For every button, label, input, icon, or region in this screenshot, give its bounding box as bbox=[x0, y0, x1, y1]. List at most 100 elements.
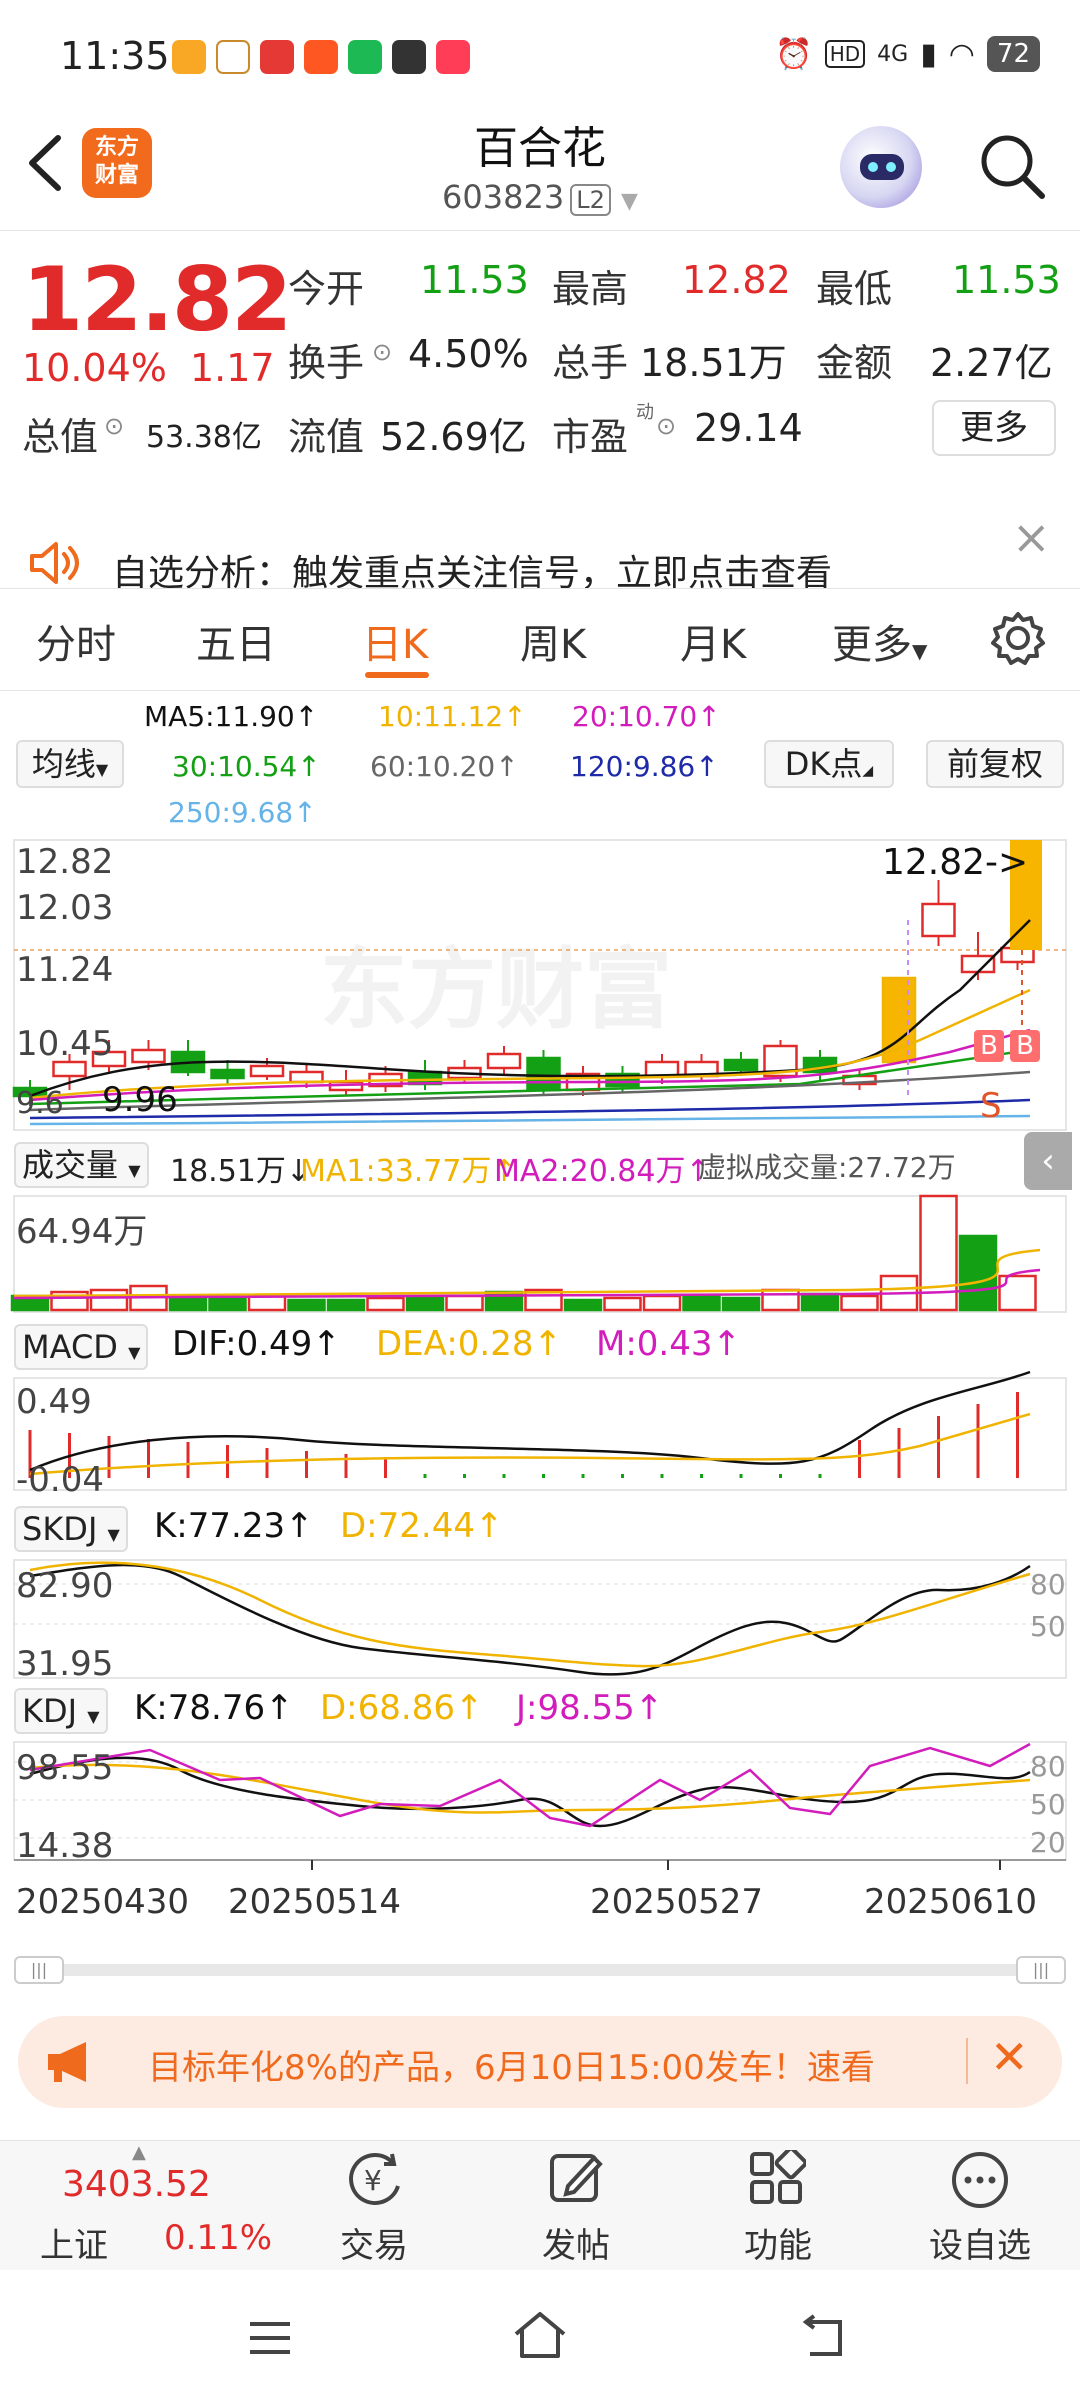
macd-dif: DIF:0.49↑ bbox=[172, 1324, 341, 1364]
kdj-group bbox=[14, 1742, 1066, 1839]
macd-dea: DEA:0.28↑ bbox=[376, 1324, 562, 1364]
kdj-axis-top: 98.55 bbox=[16, 1748, 114, 1788]
kdj-ref-80: 80 bbox=[1030, 1750, 1066, 1783]
candle-body bbox=[52, 1060, 87, 1078]
scrollbar-handle-right[interactable]: ||| bbox=[1016, 1956, 1066, 1984]
volume-bar bbox=[840, 1294, 879, 1312]
kdj-d: D:68.86↑ bbox=[320, 1688, 484, 1728]
sell-signal-badge[interactable]: S bbox=[980, 1086, 1002, 1126]
caret-down-icon: ▼ bbox=[107, 1525, 120, 1544]
volume-selector[interactable]: 成交量 ▼ bbox=[14, 1142, 149, 1188]
buy-signal-badge[interactable]: B bbox=[1010, 1030, 1040, 1062]
skdj-panel-frame bbox=[13, 1559, 1067, 1679]
candle-body bbox=[921, 902, 956, 938]
nav-label-trade[interactable]: 交易 bbox=[314, 2218, 434, 2267]
caret-down-icon: ▼ bbox=[128, 1343, 141, 1362]
virtual-volume: 虚拟成交量:27.72万 bbox=[698, 1151, 956, 1184]
volume-bar bbox=[208, 1296, 247, 1312]
macd-selector-label: MACD bbox=[22, 1328, 118, 1366]
skdj-selector[interactable]: SKDJ ▼ bbox=[14, 1506, 128, 1552]
kline-axis-label: 11.24 bbox=[16, 950, 114, 990]
kdj-k: K:78.76↑ bbox=[134, 1688, 294, 1728]
volume-bar bbox=[958, 1234, 998, 1312]
index-name[interactable]: 上证 bbox=[40, 2218, 108, 2267]
volume-bar bbox=[603, 1296, 642, 1312]
volume-ma1: MA1:33.77万↑ bbox=[300, 1154, 517, 1189]
menu-icon[interactable] bbox=[246, 2318, 294, 2358]
kline-axis-label: 9.6 bbox=[16, 1086, 64, 1121]
compose-post-icon[interactable] bbox=[546, 2148, 606, 2208]
candle-body bbox=[1000, 946, 1035, 964]
volume-bar bbox=[563, 1298, 603, 1312]
volume-bar bbox=[445, 1294, 484, 1312]
volume-bar bbox=[366, 1296, 405, 1312]
macd-selector[interactable]: MACD ▼ bbox=[14, 1324, 149, 1370]
kdj-axis-bottom: 14.38 bbox=[16, 1826, 114, 1866]
macd-axis-bottom: -0.04 bbox=[16, 1460, 104, 1500]
volume-bar bbox=[721, 1296, 761, 1312]
low-price-marker: 9.96 bbox=[102, 1080, 178, 1120]
volume-bar bbox=[800, 1292, 840, 1312]
close-icon[interactable]: ✕ bbox=[990, 2030, 1029, 2084]
date-label: 20250610 bbox=[864, 1882, 1038, 1922]
candle-body bbox=[960, 954, 996, 974]
date-label: 20250430 bbox=[16, 1882, 190, 1922]
ma-line bbox=[29, 1098, 1031, 1120]
candle-body bbox=[210, 1068, 245, 1080]
index-percent[interactable]: 0.11% bbox=[164, 2218, 272, 2258]
chart-scrollbar[interactable] bbox=[14, 1964, 1066, 1976]
macd-m: M:0.43↑ bbox=[596, 1324, 741, 1364]
caret-up-icon: ▲ bbox=[132, 2142, 146, 2163]
kline-axis-label: 10.45 bbox=[16, 1024, 114, 1064]
macd-group bbox=[28, 1370, 1031, 1478]
volume-ma2: MA2:20.84万↑ bbox=[494, 1154, 711, 1189]
volume-bar bbox=[642, 1294, 682, 1312]
high-price-marker: 12.82-> bbox=[882, 842, 1029, 883]
skdj-axis-top: 82.90 bbox=[16, 1566, 114, 1606]
back-nav-icon[interactable] bbox=[800, 2312, 848, 2360]
trade-yen-icon[interactable]: ¥ bbox=[346, 2150, 408, 2208]
candle-body bbox=[723, 1058, 759, 1072]
kdj-j: J:98.55↑ bbox=[516, 1688, 664, 1728]
kline-axis-label: 12.82 bbox=[16, 842, 114, 882]
candle-body bbox=[486, 1052, 522, 1070]
kdj-selector-label: KDJ bbox=[22, 1692, 78, 1730]
skdj-ref-50: 50 bbox=[1030, 1610, 1066, 1643]
banner-divider bbox=[966, 2038, 968, 2084]
megaphone-icon bbox=[48, 2042, 86, 2082]
kdj-j-line bbox=[29, 1742, 1031, 1828]
kdj-ref-20: 20 bbox=[1030, 1826, 1066, 1859]
volume-bar bbox=[998, 1274, 1037, 1312]
kline-axis-label: 12.03 bbox=[16, 888, 114, 928]
skdj-ref-80: 80 bbox=[1030, 1568, 1066, 1601]
home-icon[interactable] bbox=[510, 2310, 570, 2362]
nav-label-add-watchlist[interactable]: 设自选 bbox=[920, 2218, 1040, 2267]
volume-axis-max: 64.94万 bbox=[16, 1212, 148, 1252]
macd-panel-frame bbox=[13, 1377, 1067, 1491]
skdj-d: D:72.44↑ bbox=[340, 1506, 504, 1546]
volume-bar bbox=[405, 1296, 445, 1312]
index-value[interactable]: 3403.52 bbox=[62, 2164, 211, 2205]
candle-body bbox=[526, 1056, 561, 1092]
nav-label-post[interactable]: 发帖 bbox=[516, 2218, 636, 2267]
skdj-selector-label: SKDJ bbox=[22, 1510, 98, 1548]
buy-signal-badge[interactable]: B bbox=[974, 1030, 1004, 1062]
watermark-text: 东方财富 bbox=[320, 938, 672, 1041]
volume-bar bbox=[326, 1298, 366, 1312]
candle-body bbox=[644, 1060, 680, 1078]
volume-bar bbox=[682, 1294, 721, 1312]
nav-label-functions[interactable]: 功能 bbox=[718, 2218, 838, 2267]
volume-bar bbox=[89, 1288, 129, 1312]
macd-axis-top: 0.49 bbox=[16, 1382, 92, 1422]
promo-text[interactable]: 目标年化8%的产品，6月10日15:00发车！速看 bbox=[148, 2040, 958, 2089]
more-dots-icon[interactable] bbox=[950, 2150, 1010, 2210]
scrollbar-handle-left[interactable]: ||| bbox=[14, 1956, 64, 1984]
collapse-tab-icon[interactable]: ‹ bbox=[1024, 1132, 1072, 1190]
kdj-selector[interactable]: KDJ ▼ bbox=[14, 1688, 108, 1734]
caret-down-icon: ▼ bbox=[87, 1707, 100, 1726]
candle-body bbox=[249, 1064, 285, 1078]
volume-value: 18.51万↓ bbox=[170, 1154, 312, 1189]
functions-grid-icon[interactable] bbox=[748, 2150, 806, 2208]
skdj-k: K:77.23↑ bbox=[154, 1506, 314, 1546]
svg-text:¥: ¥ bbox=[364, 2164, 382, 2197]
